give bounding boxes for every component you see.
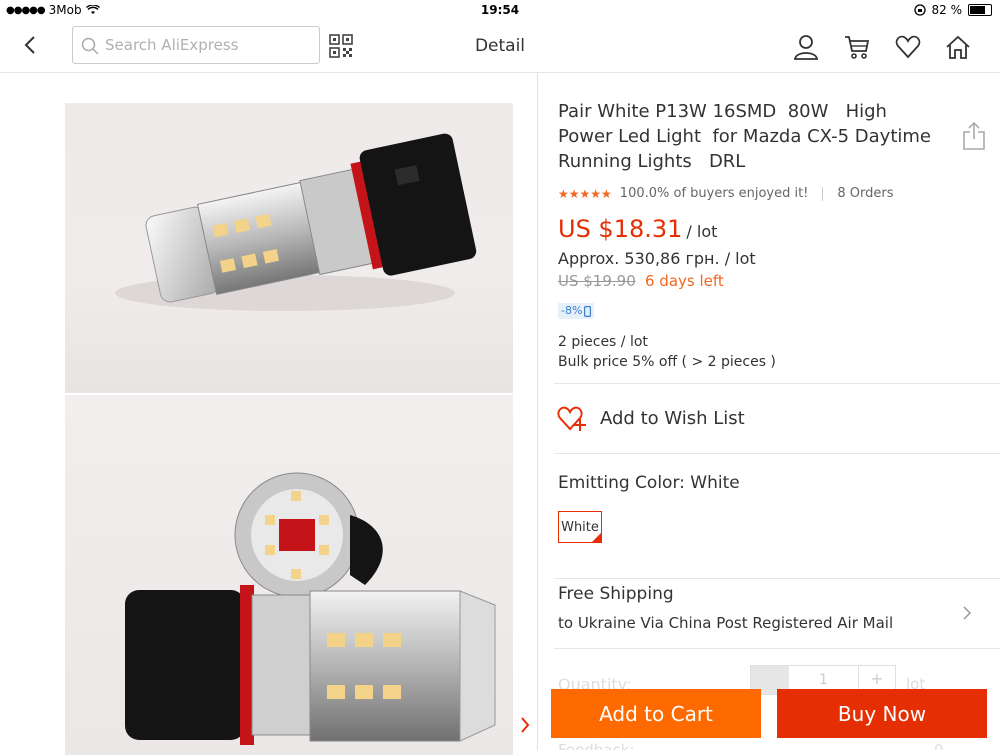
price-unit: / lot [686,222,718,241]
star-rating-icon: ★★★★★ [558,186,612,201]
days-left: 6 days left [645,272,724,290]
divider [822,186,824,201]
emitting-color-label: Emitting Color: White [558,473,740,493]
add-to-cart-button[interactable]: Add to Cart [551,689,761,738]
heart-plus-icon [557,406,586,431]
product-title: Pair White P13W 16SMD 80W High Power Led… [558,101,937,172]
next-image-button[interactable] [513,705,537,745]
home-icon[interactable] [945,34,971,60]
lot-info: 2 pieces / lot Bulk price 5% off ( > 2 p… [558,332,776,372]
chevron-right-icon [521,717,530,733]
battery-percent: 82 % [931,3,963,17]
selected-corner-icon [592,533,601,542]
led-bulb-image [115,133,477,311]
orientation-lock-icon [913,4,926,16]
pieces-per-lot: 2 pieces / lot [558,334,648,350]
product-photo[interactable] [65,395,513,755]
orders-count: 8 Orders [837,186,894,201]
product-photo[interactable] [65,103,513,393]
price-value: US $18.31 [558,215,683,243]
discount-badge: -8% [558,303,595,319]
wishlist-label: Add to Wish List [600,407,745,429]
search-box[interactable] [72,26,320,64]
divider [554,383,1000,384]
add-to-wishlist-button[interactable]: Add to Wish List [556,403,745,433]
qr-scan-icon[interactable] [329,34,353,58]
battery-icon [968,4,992,16]
mobile-phone-icon [584,305,592,317]
product-gallery[interactable] [0,73,538,755]
feedback-label[interactable]: Feedback: [558,741,635,750]
price: US $18.31/ lot [558,215,717,243]
bulk-price: Bulk price 5% off ( > 2 pieces ) [558,354,776,370]
battery-fill [970,6,985,14]
color-option-white[interactable]: White [558,511,602,543]
led-bulb-pair-image [125,472,496,745]
divider [554,648,1000,649]
shipping-row[interactable]: Free Shipping to Ukraine Via China Post … [558,584,893,632]
clock: 19:54 [480,3,520,17]
product-detail-panel: Pair White P13W 16SMD 80W High Power Led… [538,73,1000,750]
rating-row[interactable]: ★★★★★ 100.0% of buyers enjoyed it! 8 Ord… [558,186,894,201]
divider [554,453,1000,454]
shipping-detail: to Ukraine Via China Post Registered Air… [558,614,894,632]
nav-bar: Detail [0,20,1000,73]
buyers-enjoyed: 100.0% of buyers enjoyed it! [619,186,809,201]
discount-value: -8% [561,304,583,317]
chevron-right-icon[interactable] [962,605,972,621]
buy-now-button[interactable]: Buy Now [777,689,987,738]
approx-price: Approx. 530,86 грн. / lot [558,249,756,268]
status-bar: ●●●●● 3Mob 19:54 82 % [0,0,1000,20]
shipping-title: Free Shipping [558,584,674,604]
original-price: US $19.90 [558,272,636,290]
search-input[interactable] [105,34,305,56]
share-icon[interactable] [962,121,986,151]
account-icon[interactable] [793,34,819,60]
back-arrow-icon[interactable] [20,34,42,56]
heart-icon[interactable] [895,34,921,60]
cart-icon[interactable] [844,34,870,60]
search-icon [81,37,99,55]
feedback-count: 0 [934,741,944,750]
divider [554,578,1000,579]
